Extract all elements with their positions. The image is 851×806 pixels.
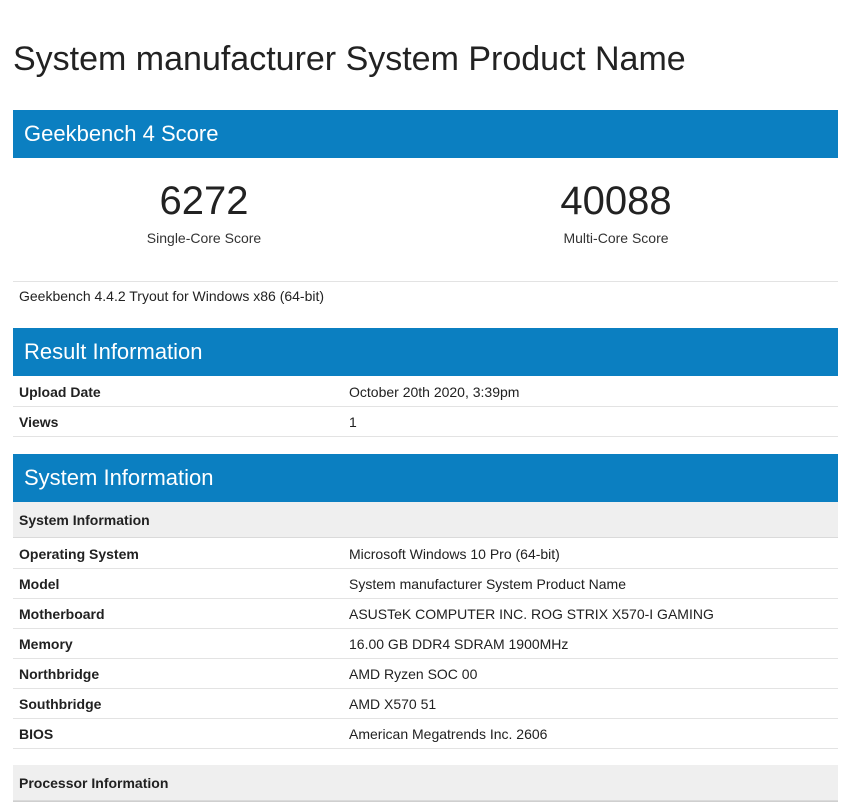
system-information-header: System Information [13, 454, 838, 502]
table-row: Southbridge AMD X570 51 [13, 688, 838, 719]
table-row: Memory 16.00 GB DDR4 SDRAM 1900MHz [13, 628, 838, 659]
row-key: Southbridge [13, 688, 343, 719]
single-core-score-label: Single-Core Score [146, 230, 262, 246]
system-information-subheader: System Information [13, 502, 838, 538]
row-key: Operating System [13, 539, 343, 569]
result-information-table: Upload Date October 20th 2020, 3:39pm Vi… [13, 377, 838, 437]
row-value: 16.00 GB DDR4 SDRAM 1900MHz [343, 628, 838, 659]
result-information-header: Result Information [13, 328, 838, 376]
divider [13, 801, 838, 802]
row-key: Model [13, 568, 343, 599]
table-row: Northbridge AMD Ryzen SOC 00 [13, 658, 838, 689]
row-key: Northbridge [13, 658, 343, 689]
row-value: October 20th 2020, 3:39pm [343, 377, 838, 407]
row-key: Memory [13, 628, 343, 659]
score-panel: 6272 Single-Core Score 40088 Multi-Core … [13, 158, 838, 282]
table-row: Views 1 [13, 406, 838, 437]
single-core-score-value: 6272 [159, 179, 249, 223]
row-value: AMD X570 51 [343, 688, 838, 719]
table-row: Motherboard ASUSTeK COMPUTER INC. ROG ST… [13, 598, 838, 629]
table-row: Model System manufacturer System Product… [13, 568, 838, 599]
row-key: Views [13, 406, 343, 437]
table-row: BIOS American Megatrends Inc. 2606 [13, 718, 838, 749]
geekbench-version: Geekbench 4.4.2 Tryout for Windows x86 (… [19, 288, 325, 304]
geekbench-score-header: Geekbench 4 Score [13, 110, 838, 158]
multi-core-score: 40088 Multi-Core Score [466, 178, 766, 246]
system-information-table: Operating System Microsoft Windows 10 Pr… [13, 539, 838, 749]
row-value: ASUSTeK COMPUTER INC. ROG STRIX X570-I G… [343, 598, 838, 629]
row-value: American Megatrends Inc. 2606 [343, 718, 838, 749]
row-value: AMD Ryzen SOC 00 [343, 658, 838, 689]
row-key: BIOS [13, 718, 343, 749]
row-key: Motherboard [13, 598, 343, 629]
single-core-score: 6272 Single-Core Score [54, 178, 354, 246]
row-value: Microsoft Windows 10 Pro (64-bit) [343, 539, 838, 569]
table-row: Upload Date October 20th 2020, 3:39pm [13, 377, 838, 407]
row-key: Upload Date [13, 377, 343, 407]
table-row: Operating System Microsoft Windows 10 Pr… [13, 539, 838, 569]
row-value: 1 [343, 406, 838, 437]
multi-core-score-label: Multi-Core Score [563, 230, 669, 246]
page-title: System manufacturer System Product Name [13, 40, 686, 78]
multi-core-score-value: 40088 [560, 179, 672, 223]
row-value: System manufacturer System Product Name [343, 568, 838, 599]
processor-information-subheader: Processor Information [13, 765, 838, 801]
